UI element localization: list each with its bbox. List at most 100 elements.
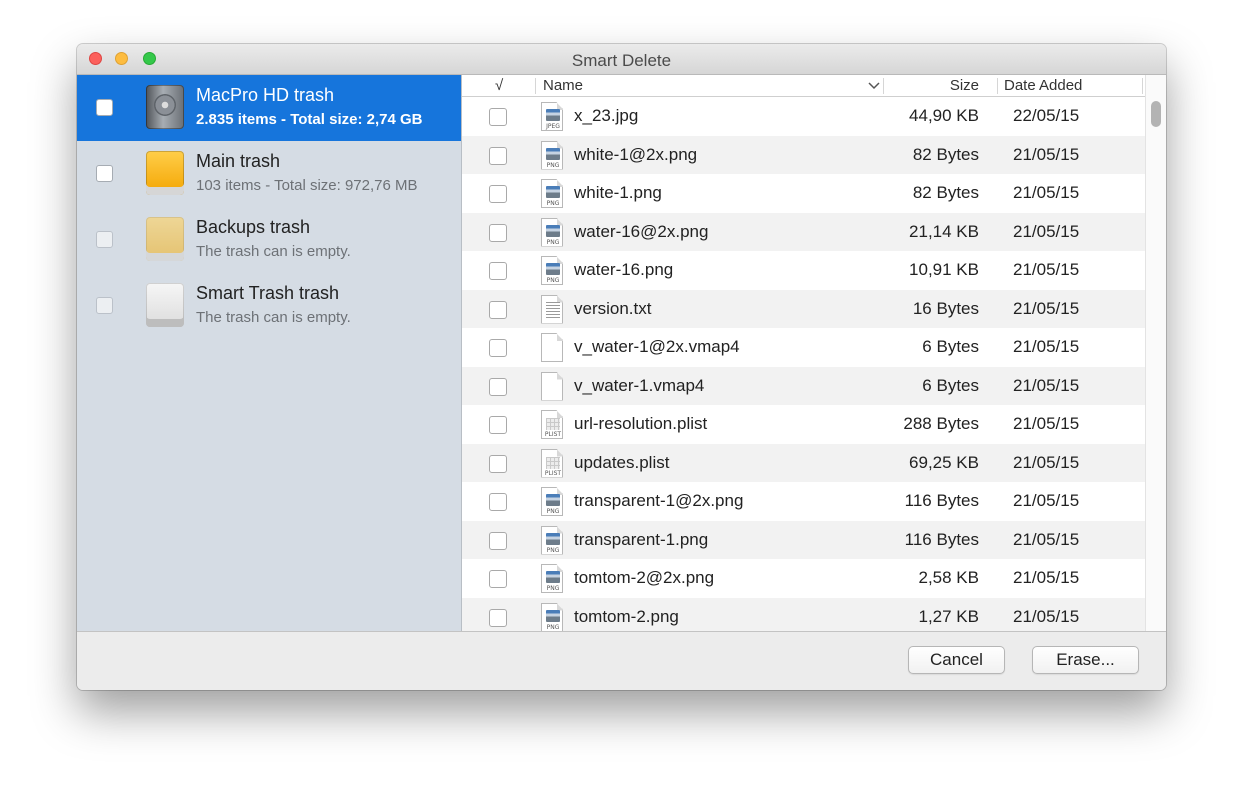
table-row[interactable]: PNG white-1.png 82 Bytes 21/05/15 <box>462 174 1145 213</box>
trash-checkbox[interactable] <box>96 99 113 116</box>
file-table: √ Name Size Date Added JPEG x_23.jpg 44,… <box>462 75 1166 631</box>
file-date: 21/05/15 <box>1013 529 1080 549</box>
png-file-icon: PNG <box>541 140 565 171</box>
dialog-footer: Cancel Erase... <box>77 631 1166 690</box>
table-row[interactable]: v_water-1.vmap4 6 Bytes 21/05/15 <box>462 366 1145 405</box>
table-row[interactable]: PNG transparent-1@2x.png 116 Bytes 21/05… <box>462 482 1145 521</box>
png-file-icon: PNG <box>541 256 565 286</box>
hard-drive-icon <box>146 85 184 129</box>
table-row[interactable]: PNG tomtom-2@2x.png 2,58 KB 21/05/15 <box>462 559 1145 598</box>
file-date: 21/05/15 <box>1013 452 1080 472</box>
table-row[interactable]: PNG transparent-1.png 116 Bytes 21/05/15 <box>462 520 1145 559</box>
column-divider[interactable] <box>535 78 536 94</box>
file-date: 21/05/15 <box>1013 260 1080 279</box>
file-date: 21/05/15 <box>1013 568 1080 587</box>
file-name: version.txt <box>574 298 652 318</box>
trash-name: Backups trash <box>196 217 311 237</box>
file-size: 21,14 KB <box>909 221 979 241</box>
file-date: 21/05/15 <box>1013 414 1080 433</box>
trash-subtitle: 2.835 items - Total size: 2,74 GB <box>196 111 423 128</box>
file-size: 116 Bytes <box>904 529 979 549</box>
white-drive-icon <box>146 283 184 327</box>
file-name: water-16@2x.png <box>574 221 709 241</box>
plist-file-icon: PLIST <box>541 448 565 479</box>
file-size: 6 Bytes <box>922 337 979 356</box>
column-divider[interactable] <box>1142 78 1143 94</box>
row-checkbox[interactable] <box>489 185 507 203</box>
header-name[interactable]: Name <box>543 77 583 94</box>
file-size: 10,91 KB <box>909 260 979 279</box>
file-name: v_water-1@2x.vmap4 <box>574 337 740 356</box>
row-checkbox[interactable] <box>489 531 507 550</box>
file-size: 116 Bytes <box>904 491 979 510</box>
sidebar-item-main-trash[interactable]: Main trash 103 items - Total size: 972,7… <box>77 141 461 207</box>
row-checkbox[interactable] <box>489 416 507 434</box>
table-row[interactable]: PLIST url-resolution.plist 288 Bytes 21/… <box>462 405 1145 444</box>
row-checkbox[interactable] <box>489 570 507 588</box>
header-check[interactable]: √ <box>495 77 503 94</box>
row-checkbox[interactable] <box>489 339 507 357</box>
file-name: water-16.png <box>574 260 674 279</box>
row-checkbox[interactable] <box>489 146 507 165</box>
table-row[interactable]: PNG water-16.png 10,91 KB 21/05/15 <box>462 251 1145 290</box>
file-date: 21/05/15 <box>1013 606 1080 626</box>
row-checkbox[interactable] <box>489 223 507 242</box>
row-checkbox[interactable] <box>489 377 507 396</box>
file-size: 82 Bytes <box>912 183 979 202</box>
row-checkbox[interactable] <box>489 493 507 511</box>
png-file-icon: PNG <box>541 525 565 556</box>
cancel-button[interactable]: Cancel <box>908 646 1005 674</box>
table-row[interactable]: JPEG x_23.jpg 44,90 KB 22/05/15 <box>462 97 1145 136</box>
trash-checkbox[interactable] <box>96 297 113 314</box>
table-row[interactable]: PNG water-16@2x.png 21,14 KB 21/05/15 <box>462 212 1145 251</box>
text-file-icon <box>541 294 565 325</box>
file-size: 6 Bytes <box>922 375 979 395</box>
file-size: 16 Bytes <box>912 298 979 318</box>
erase-button[interactable]: Erase... <box>1032 646 1139 674</box>
table-row[interactable]: PNG tomtom-2.png 1,27 KB 21/05/15 <box>462 597 1145 631</box>
column-divider[interactable] <box>883 78 884 94</box>
jpeg-file-icon: JPEG <box>541 102 565 132</box>
row-checkbox[interactable] <box>489 454 507 473</box>
row-checkbox[interactable] <box>489 608 507 627</box>
vertical-scrollbar[interactable] <box>1145 75 1166 631</box>
file-date: 21/05/15 <box>1013 375 1080 395</box>
file-size: 288 Bytes <box>903 414 979 433</box>
blank-file-icon <box>541 333 565 363</box>
title-bar[interactable]: Smart Delete <box>77 44 1166 75</box>
file-name: white-1.png <box>574 183 662 202</box>
file-size: 69,25 KB <box>909 452 979 472</box>
row-checkbox[interactable] <box>489 262 507 280</box>
sidebar-item-macpro-hd-trash[interactable]: MacPro HD trash 2.835 items - Total size… <box>77 75 461 141</box>
smart-delete-window: Smart Delete MacPro HD trash 2.835 items… <box>77 44 1166 690</box>
header-date-added[interactable]: Date Added <box>1004 77 1082 94</box>
table-row[interactable]: v_water-1@2x.vmap4 6 Bytes 21/05/15 <box>462 328 1145 367</box>
trash-checkbox[interactable] <box>96 231 113 248</box>
file-name: v_water-1.vmap4 <box>574 375 705 395</box>
file-date: 21/05/15 <box>1013 183 1080 202</box>
scroll-thumb[interactable] <box>1151 101 1161 127</box>
file-name: x_23.jpg <box>574 106 639 125</box>
chevron-down-icon[interactable] <box>868 82 880 90</box>
file-date: 21/05/15 <box>1013 491 1080 510</box>
column-divider[interactable] <box>997 78 998 94</box>
file-name: white-1@2x.png <box>574 144 698 164</box>
sidebar-item-backups-trash[interactable]: Backups trash The trash can is empty. <box>77 207 461 273</box>
trash-name: Main trash <box>196 151 281 171</box>
header-size[interactable]: Size <box>950 77 979 94</box>
file-size: 2,58 KB <box>918 568 980 587</box>
table-header: √ Name Size Date Added <box>462 75 1145 97</box>
row-checkbox[interactable] <box>489 108 507 126</box>
plist-file-icon: PLIST <box>541 410 565 440</box>
file-size: 1,27 KB <box>918 606 980 626</box>
table-row[interactable]: PLIST updates.plist 69,25 KB 21/05/15 <box>462 443 1145 482</box>
trash-name: MacPro HD trash <box>196 85 335 105</box>
sidebar-item-smart-trash-trash[interactable]: Smart Trash trash The trash can is empty… <box>77 273 461 339</box>
trash-checkbox[interactable] <box>96 165 113 182</box>
blank-file-icon <box>541 371 565 402</box>
table-row[interactable]: version.txt 16 Bytes 21/05/15 <box>462 289 1145 328</box>
file-name: tomtom-2@2x.png <box>574 568 715 587</box>
table-row[interactable]: PNG white-1@2x.png 82 Bytes 21/05/15 <box>462 135 1145 174</box>
file-date: 22/05/15 <box>1013 106 1080 125</box>
row-checkbox[interactable] <box>489 300 507 319</box>
